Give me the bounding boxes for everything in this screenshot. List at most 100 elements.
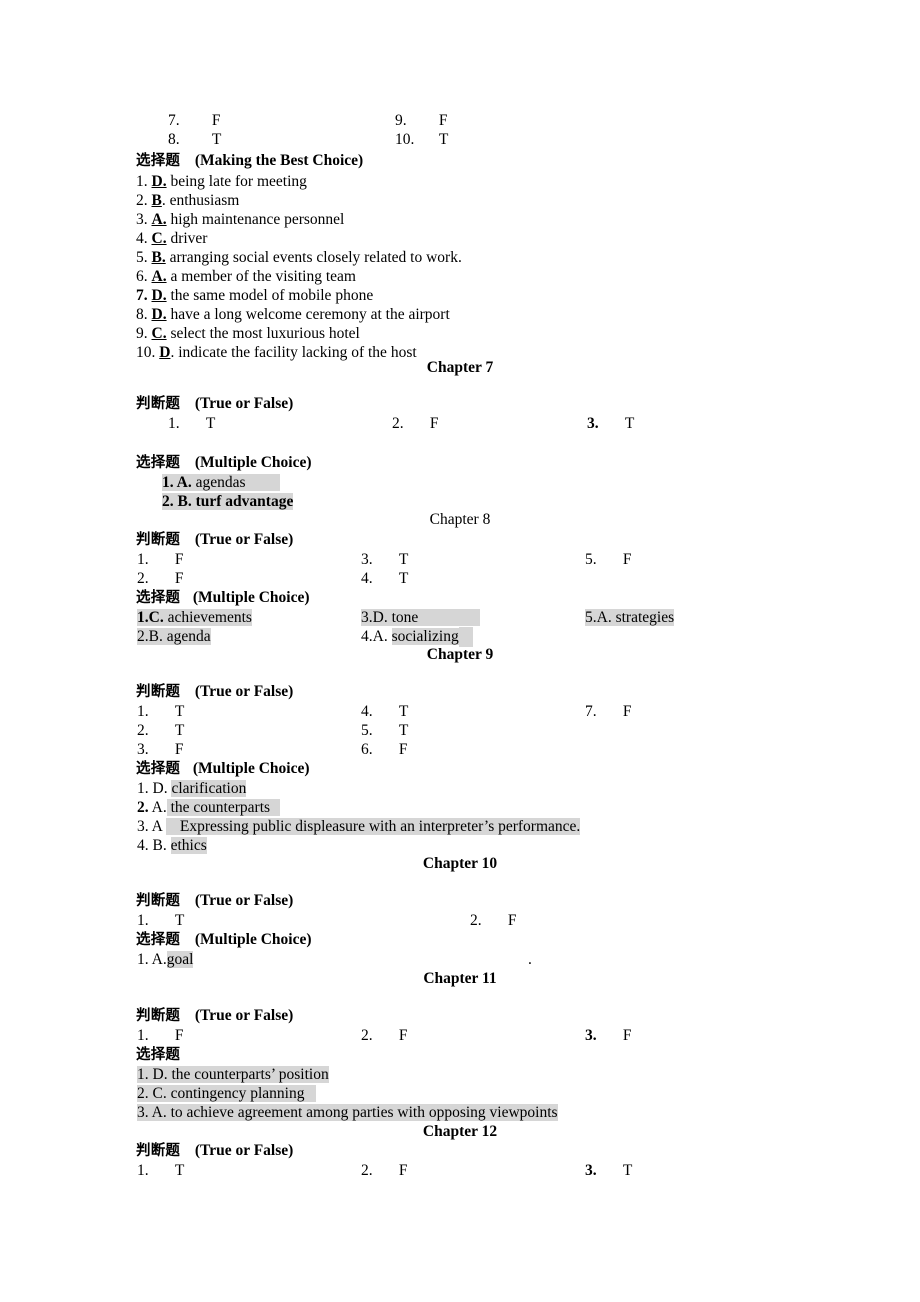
true-false-row: 4. T xyxy=(361,569,408,589)
item-value: T xyxy=(624,415,635,432)
choice-item: 6. A. a member of the visiting team xyxy=(136,267,356,287)
item-number: 5. xyxy=(136,249,148,266)
heading-en-label: (True or False) xyxy=(194,1142,294,1159)
item-number: 8. xyxy=(136,306,148,323)
chapter-title: Chapter 9 xyxy=(426,646,494,663)
choice-text: the same model of mobile phone xyxy=(170,287,374,304)
answer-letter: A. xyxy=(151,268,167,285)
item-number: 2. xyxy=(470,912,482,929)
stray-punctuation-mark: . xyxy=(528,951,532,968)
choice-item: 1. D. being late for meeting xyxy=(136,172,307,192)
heading-en-label: (Making the Best Choice) xyxy=(194,152,364,169)
choice-item: 2. B. enthusiasm xyxy=(136,191,239,211)
choice-text: 1. D. the counterparts’ position xyxy=(137,1066,329,1083)
item-number: 10. xyxy=(395,131,415,148)
section-heading-multiple-choice: 选择题 (Multiple Choice) xyxy=(136,453,312,474)
heading-en-label: (True or False) xyxy=(194,892,294,909)
answer-letter-tail: . xyxy=(161,192,166,209)
answer-label: 3. A xyxy=(137,818,162,835)
true-false-row: 2. F xyxy=(361,1161,408,1181)
answer-label: 4. B. xyxy=(137,837,167,854)
section-heading-true-false: 判断题 (True or False) xyxy=(136,530,293,551)
heading-cjk-label: 选择题 xyxy=(136,932,181,948)
heading-en-label: (Multiple Choice) xyxy=(192,760,310,777)
item-number: 1. xyxy=(137,703,149,720)
true-false-row: 5. F xyxy=(585,550,632,570)
item-value: T xyxy=(211,131,222,148)
choice-item: 4.A. socializing xyxy=(361,627,473,647)
item-value: T xyxy=(398,722,409,739)
choice-text: 2.B. agenda xyxy=(137,628,211,645)
choice-item: 1.C. achievements xyxy=(137,608,252,628)
item-number: 7. xyxy=(585,703,597,720)
true-false-row: 1. T xyxy=(168,414,215,434)
chapter-title: Chapter 7 xyxy=(426,359,494,376)
choice-text: 2. C. contingency planning xyxy=(137,1085,305,1102)
heading-en-label: (Multiple Choice) xyxy=(194,454,312,471)
item-number: 4. xyxy=(136,230,148,247)
true-false-row: 1. F xyxy=(137,550,184,570)
choice-item: 2. B. turf advantage xyxy=(162,492,294,512)
item-number: 6. xyxy=(361,741,373,758)
answer-label: 2. B. turf advantage xyxy=(162,493,294,510)
true-false-row: 7. F xyxy=(168,111,221,131)
choice-text: 5.A. strategies xyxy=(585,609,675,626)
heading-cjk-label: 选择题 xyxy=(136,1047,181,1063)
item-value: T xyxy=(174,703,185,720)
item-value: F xyxy=(398,1162,408,1179)
choice-item: 3.D. tone xyxy=(361,608,481,628)
item-value: F xyxy=(438,112,448,129)
choice-text: tone xyxy=(391,609,419,626)
choice-item: 2. C. contingency planning xyxy=(137,1084,317,1104)
item-value: T xyxy=(205,415,216,432)
choice-item: 7. D. the same model of mobile phone xyxy=(136,286,373,306)
item-number: 7. xyxy=(136,287,148,304)
item-number: 2. xyxy=(137,570,149,587)
item-value: F xyxy=(622,551,632,568)
item-value: T xyxy=(398,551,409,568)
chapter-title: Chapter 10 xyxy=(422,855,498,872)
choice-item: 4. C. driver xyxy=(136,229,207,249)
answer-letter: D. xyxy=(151,173,167,190)
choice-text: socializing xyxy=(391,628,459,645)
heading-cjk-label: 判断题 xyxy=(136,684,181,700)
section-heading-making-best-choice: 选择题 (Making the Best Choice) xyxy=(136,151,363,172)
item-number: 8. xyxy=(168,131,180,148)
choice-text: ethics xyxy=(170,837,207,854)
item-number: 1. xyxy=(137,1162,149,1179)
answer-letter: C. xyxy=(151,230,167,247)
answer-label: 1. A. xyxy=(137,951,167,968)
item-number: 3. xyxy=(361,551,373,568)
item-number: 3. xyxy=(137,741,149,758)
item-number: 2. xyxy=(137,722,149,739)
choice-text: being late for meeting xyxy=(170,173,307,190)
section-heading-true-false: 判断题 (True or False) xyxy=(136,1006,293,1027)
item-number: 1. xyxy=(137,1027,149,1044)
heading-cjk-label: 判断题 xyxy=(136,893,181,909)
choice-text: Expressing public displeasure with an in… xyxy=(179,818,581,835)
item-number: 6. xyxy=(136,268,148,285)
item-number: 1. xyxy=(137,912,149,929)
true-false-row: 3. T xyxy=(587,414,634,434)
heading-cjk-label: 判断题 xyxy=(136,396,181,412)
section-heading-true-false: 判断题 (True or False) xyxy=(136,891,293,912)
item-value: T xyxy=(174,722,185,739)
choice-item: 5.A. strategies xyxy=(585,608,675,628)
item-number: 2. xyxy=(136,192,148,209)
true-false-row: 2. F xyxy=(470,911,517,931)
choice-text: high maintenance personnel xyxy=(170,211,345,228)
item-number: 1. xyxy=(136,173,148,190)
choice-item: 2. A. the counterparts xyxy=(137,798,281,818)
section-heading-true-false: 判断题 (True or False) xyxy=(136,394,293,415)
item-value: F xyxy=(398,741,408,758)
true-false-row: 3. F xyxy=(585,1026,632,1046)
choice-item: 1. A.goal xyxy=(137,950,194,970)
answer-key-page: 7. F 9. F 8. T 10. T 选择题 (Making the Bes… xyxy=(0,0,920,1302)
choice-item: 3. A. high maintenance personnel xyxy=(136,210,344,230)
heading-cjk-label: 判断题 xyxy=(136,1008,181,1024)
heading-en-label: (True or False) xyxy=(194,683,294,700)
item-number: 3. xyxy=(585,1027,597,1044)
true-false-row: 1. F xyxy=(137,1026,184,1046)
item-number: 2. xyxy=(137,799,149,816)
item-number: 5. xyxy=(361,722,373,739)
